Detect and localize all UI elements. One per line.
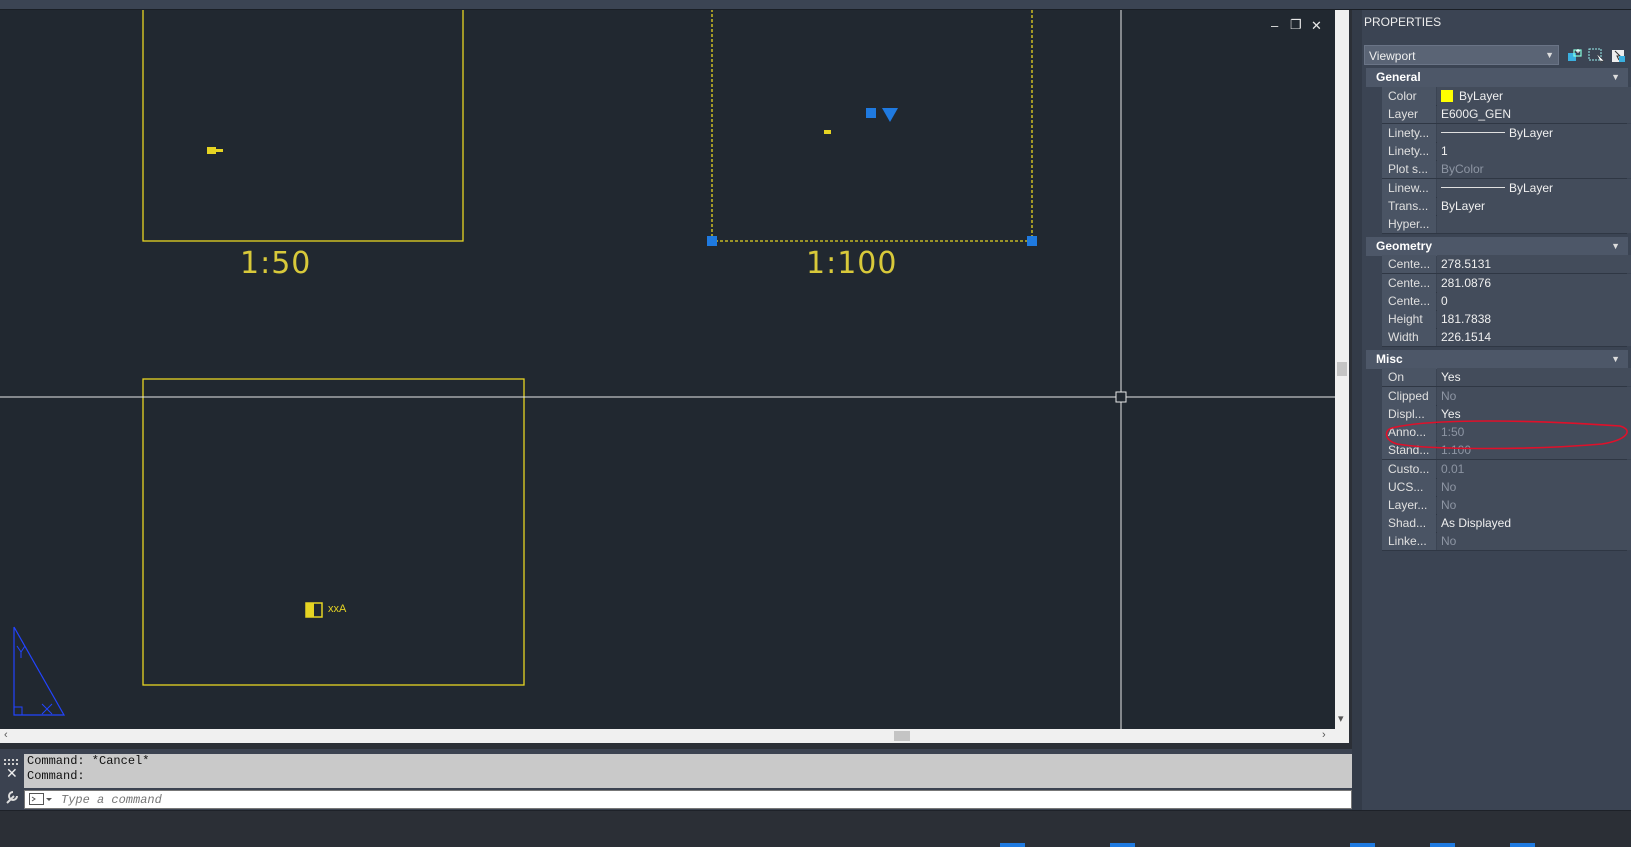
- grip-bottom-left: [707, 236, 717, 246]
- grip-center: [866, 108, 876, 118]
- command-input[interactable]: [61, 791, 1341, 808]
- horizontal-scrollbar[interactable]: ‹ ›: [0, 729, 1349, 743]
- property-value[interactable]: As Displayed: [1437, 514, 1631, 532]
- property-value-text: No: [1441, 498, 1457, 512]
- wrench-icon[interactable]: [4, 789, 20, 805]
- status-bar: [0, 810, 1631, 847]
- property-row[interactable]: Layer... No: [1382, 496, 1631, 515]
- property-value-text: As Displayed: [1441, 516, 1512, 530]
- command-history: Command: *Cancel* Command:: [24, 754, 1352, 788]
- command-history-line: Command:: [27, 769, 85, 783]
- status-indicator: [1110, 843, 1135, 847]
- property-name: Linke...: [1382, 532, 1436, 550]
- properties-palette: PROPERTIES Viewport ▼ General ▼ Color ByLay…: [1352, 10, 1631, 810]
- ucs-icon-x: [41, 703, 53, 715]
- grip-handle-icon[interactable]: [4, 752, 20, 765]
- viewport-3-frame: [142, 378, 525, 686]
- scale-label-viewport-2: 1:100: [806, 246, 898, 281]
- property-name: Shad...: [1382, 514, 1436, 532]
- viewport-1-symbol: [207, 147, 216, 154]
- property-row[interactable]: Linke... No: [1382, 532, 1631, 551]
- close-button[interactable]: ✕: [1311, 18, 1322, 34]
- horizontal-scroll-thumb[interactable]: [894, 731, 910, 741]
- scale-label-viewport-1: 1:50: [240, 246, 312, 281]
- viewport-1-frame: [142, 10, 464, 242]
- ucs-icon-y: [16, 645, 26, 658]
- property-name: Layer...: [1382, 496, 1436, 514]
- viewport-3-symbol-fill: [306, 603, 314, 617]
- crosshair-pickbox: [1115, 391, 1127, 403]
- property-name: UCS...: [1382, 478, 1436, 496]
- ucs-icon-corner: [14, 706, 23, 715]
- status-indicator: [1430, 843, 1455, 847]
- grip-bottom-right: [1027, 236, 1037, 246]
- grip-triangle: [882, 108, 898, 122]
- status-indicator: [1510, 843, 1535, 847]
- red-highlight-annotation: [1385, 420, 1628, 450]
- status-indicator: [1000, 843, 1025, 847]
- canvas-drawing: [0, 10, 1335, 729]
- property-value[interactable]: No: [1437, 496, 1631, 514]
- property-value[interactable]: No: [1437, 532, 1631, 550]
- ucs-icon: [13, 626, 66, 716]
- property-row[interactable]: Shad... As Displayed: [1382, 514, 1631, 533]
- viewport-2-frame: [711, 10, 1033, 242]
- scroll-left-arrow-icon[interactable]: ‹: [4, 729, 8, 741]
- vertical-scroll-thumb[interactable]: [1337, 362, 1347, 376]
- command-prompt-icon[interactable]: [29, 793, 53, 806]
- restore-button[interactable]: ❐: [1290, 17, 1302, 33]
- property-row[interactable]: UCS... No: [1382, 478, 1631, 497]
- top-ribbon-strip: [0, 0, 1631, 10]
- vertical-scrollbar[interactable]: ▾: [1335, 10, 1349, 729]
- minimize-button[interactable]: ‒: [1271, 18, 1278, 33]
- scroll-right-arrow-icon[interactable]: ›: [1322, 729, 1326, 741]
- property-value-text: No: [1441, 480, 1457, 494]
- viewport-2-symbol: [824, 130, 831, 134]
- command-input-box[interactable]: [24, 790, 1352, 809]
- viewport-1-symbol-detail: [216, 149, 223, 152]
- scroll-down-arrow-icon[interactable]: ▾: [1338, 712, 1344, 725]
- drawing-canvas[interactable]: 1:50 1:100 xxA ‒ ❐ ✕: [0, 10, 1335, 729]
- property-value[interactable]: No: [1437, 478, 1631, 496]
- viewport-3-symbol-label: xxA: [328, 603, 347, 615]
- property-value-text: No: [1441, 534, 1457, 548]
- status-indicator: [1350, 843, 1375, 847]
- command-history-line: Command: *Cancel*: [27, 754, 150, 768]
- close-icon[interactable]: ✕: [6, 765, 18, 782]
